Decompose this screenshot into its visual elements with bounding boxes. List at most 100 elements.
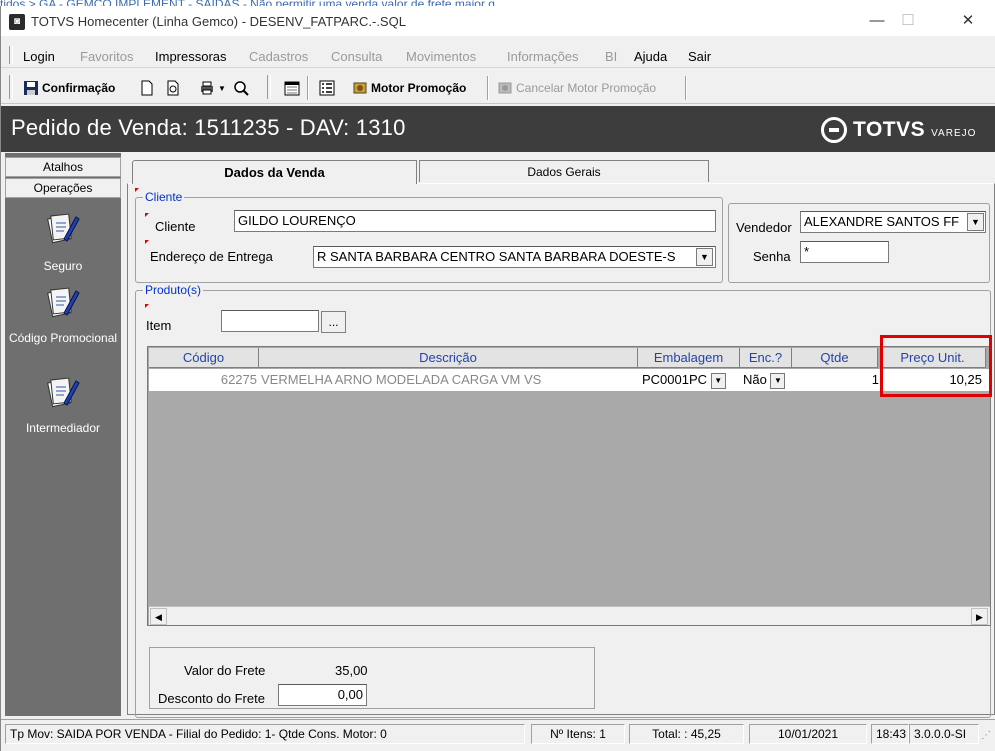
menu-informacoes[interactable]: Informações [507,49,579,64]
nav-item-seguro[interactable]: Seguro [5,211,121,281]
vendedor-dropdown-button[interactable]: ▼ [967,213,984,231]
document-pencil-icon [47,287,80,318]
produtos-grid[interactable]: Código Descrição Embalagem Enc.? Qtde Pr… [147,346,991,626]
toolbar-separator-2 [487,76,489,100]
motor-promocao-button[interactable]: Motor Promoção [352,78,466,98]
tab-dados-da-venda[interactable]: Dados da Venda [132,160,417,184]
cancelar-motor-promocao-button[interactable]: Cancelar Motor Promoção [497,78,656,98]
status-date: 10/01/2021 [749,724,867,744]
tab-dados-gerais[interactable]: Dados Gerais [419,160,709,182]
totvs-logo-icon [821,117,847,143]
toolbar-separator [307,76,309,100]
maximize-button[interactable]: ☐ [885,6,931,36]
menu-sair[interactable]: Sair [688,49,711,64]
menu-login[interactable]: Login [23,49,55,64]
window-title: TOTVS Homecenter (Linha Gemco) - DESENV_… [31,14,406,29]
list-button[interactable] [319,78,335,98]
menu-ajuda[interactable]: Ajuda [634,49,667,64]
cell-embalagem[interactable]: PC0001PC ▼ [642,369,740,391]
required-marker [135,188,139,192]
toolbar-grip[interactable] [9,75,13,99]
menu-bi[interactable]: BI [605,49,617,64]
cell-qtde[interactable]: 1 [795,369,881,391]
calendar-button[interactable] [284,78,300,98]
chevron-down-icon[interactable]: ▼ [710,372,726,389]
horizontal-scrollbar[interactable]: ◀ ▶ [149,606,990,625]
chevron-down-icon[interactable]: ▼ [770,372,786,389]
nav-label-codigo-promocional: Código Promocional [8,331,118,345]
status-time: 18:43 [871,724,909,744]
required-marker [145,304,149,308]
endereco-select[interactable]: R SANTA BARBARA CENTRO SANTA BARBARA DOE… [313,246,716,268]
cell-descricao[interactable]: VERMELHA ARNO MODELADA CARGA VM VS [261,369,637,391]
tab-operacoes[interactable]: Operações [5,178,121,198]
col-header-qtde[interactable]: Qtde [792,348,878,368]
produtos-group-label: Produto(s) [143,283,204,297]
col-header-enc[interactable]: Enc.? [740,348,792,368]
page-header: Pedido de Venda: 1511235 - DAV: 1310 TOT… [1,106,995,152]
confirmacao-button[interactable]: Confirmação [23,78,115,98]
document-pencil-icon [47,377,80,408]
embalagem-value: PC0001PC [642,372,708,387]
totvs-logo: TOTVS VAREJO [821,116,991,144]
endereco-label: Endereço de Entrega [150,249,273,264]
left-nav: Atalhos Operações Seguro Código Promocio… [5,153,121,716]
scroll-left-icon[interactable]: ◀ [150,608,167,625]
item-field[interactable] [221,310,319,332]
new-document-button[interactable] [139,78,155,98]
frete-panel: Valor do Frete 35,00 Desconto do Frete 0… [149,647,595,709]
nav-label-seguro: Seguro [43,259,83,273]
item-browse-button[interactable]: ... [321,311,346,333]
toolbar-grip-2[interactable] [267,75,271,99]
engine-icon [353,82,367,94]
menu-bar: Login Favoritos Impressoras Cadastros Co… [1,44,995,68]
menu-grip[interactable] [9,46,13,64]
logo-sub: VAREJO [931,127,977,139]
senha-label: Senha [753,249,791,264]
close-button[interactable]: ✕ [945,6,991,36]
resize-grip-icon[interactable]: ⋰ [981,730,991,741]
menu-favoritos[interactable]: Favoritos [80,49,133,64]
valor-frete-label: Valor do Frete [184,663,266,678]
find-button[interactable] [233,78,249,98]
required-marker [145,213,149,217]
engine-disabled-icon [498,82,512,94]
status-total: Total: : 45,25 [629,724,744,744]
menu-cadastros[interactable]: Cadastros [249,49,308,64]
new-document-icon [141,80,153,96]
cancelar-motor-promocao-label: Cancelar Motor Promoção [516,81,657,95]
printer-icon [201,81,213,95]
nav-item-intermediador[interactable]: Intermediador [5,375,121,445]
menu-consulta[interactable]: Consulta [331,49,382,64]
print-button[interactable]: ▼ [199,78,226,98]
col-header-descricao[interactable]: Descrição [259,348,638,368]
page-title: Pedido de Venda: 1511235 - DAV: 1310 [11,115,406,140]
nav-label-intermediador: Intermediador [25,421,101,435]
cell-enc[interactable]: Não ▼ [743,369,793,391]
cell-codigo[interactable]: 62275 [149,369,259,391]
menu-movimentos[interactable]: Movimentos [406,49,476,64]
menu-impressoras[interactable]: Impressoras [155,49,227,64]
nav-item-codigo-promocional[interactable]: Código Promocional [5,285,121,365]
required-marker [145,240,149,244]
app-icon: ◙ [9,14,25,30]
desconto-frete-label: Desconto do Frete [158,691,265,706]
status-tp-mov: Tp Mov: SAIDA POR VENDA - Filial do Pedi… [5,724,525,744]
vendedor-value: ALEXANDRE SANTOS FF [804,214,960,229]
tab-atalhos[interactable]: Atalhos [5,157,121,177]
endereco-dropdown-button[interactable]: ▼ [696,248,713,266]
open-button[interactable] [165,78,181,98]
valor-frete-value: 35,00 [335,663,368,678]
col-header-codigo[interactable]: Código [149,348,259,368]
status-version: 3.0.0.0-SI [909,724,979,744]
vendedor-select[interactable]: ALEXANDRE SANTOS FF [800,211,986,233]
status-itens: Nº Itens: 1 [531,724,625,744]
table-row[interactable]: 62275 VERMELHA ARNO MODELADA CARGA VM VS… [149,369,990,391]
endereco-value: R SANTA BARBARA CENTRO SANTA BARBARA DOE… [317,249,676,264]
magnifier-icon [234,81,249,96]
cliente-field[interactable]: GILDO LOURENÇO [234,210,716,232]
col-header-embalagem[interactable]: Embalagem [638,348,740,368]
scroll-right-icon[interactable]: ▶ [971,608,988,625]
desconto-frete-field[interactable]: 0,00 [278,684,367,706]
senha-field[interactable]: * [800,241,889,263]
